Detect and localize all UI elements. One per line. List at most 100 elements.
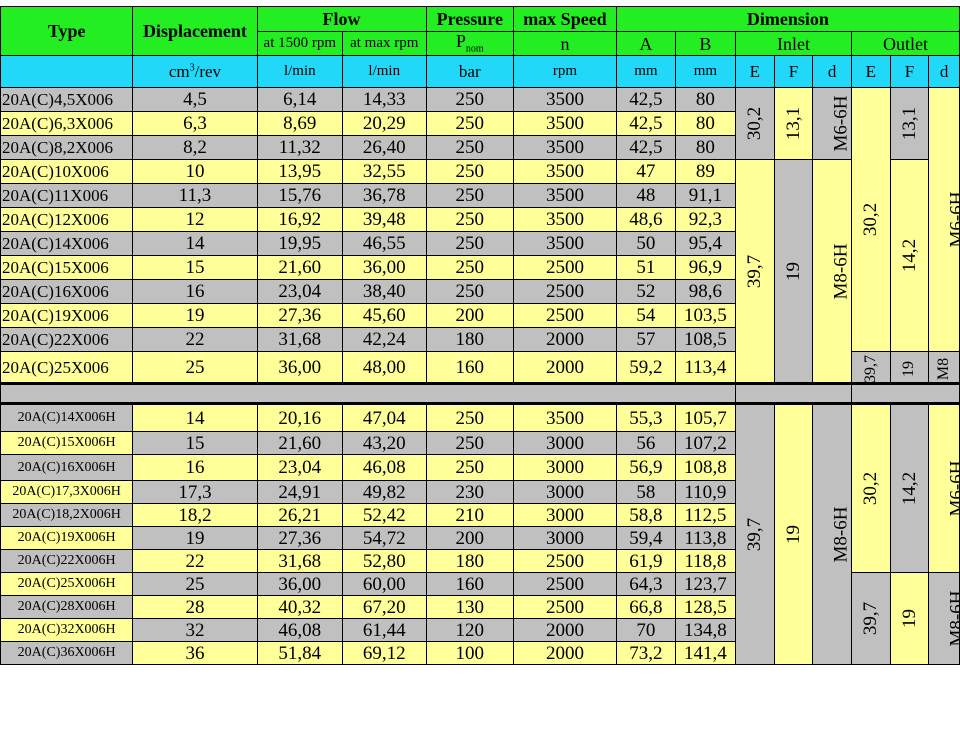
cell-a: 59,4	[615, 526, 676, 550]
cell-b: 80	[674, 87, 736, 112]
cell-type: 20A(C)4,5X006	[0, 87, 134, 112]
cell-a: 54	[615, 303, 676, 328]
unit-inlet-e: E	[734, 55, 775, 88]
cell-speed: 3500	[513, 207, 617, 232]
cell-flow-1500: 21,60	[256, 255, 344, 280]
cell-a: 51	[615, 255, 676, 280]
cell-b: 134,8	[674, 618, 736, 642]
cell-flow-max: 48,00	[342, 351, 427, 384]
cell-flow-max: 45,60	[342, 303, 427, 328]
cell-type: 20A(C)25X006	[0, 351, 134, 384]
cell-displacement: 11,3	[132, 183, 258, 208]
separator-cell-main	[0, 382, 736, 405]
cell-a: 56	[615, 431, 676, 455]
cell-a: 57	[615, 327, 676, 352]
cell-pressure: 250	[425, 87, 515, 112]
cell-flow-max: 54,72	[342, 526, 427, 550]
header-speed-n: n	[513, 31, 617, 56]
cell-speed: 2000	[513, 351, 617, 384]
cell-type: 20A(C)19X006H	[0, 526, 134, 550]
inlet-d-large: M8-6H	[812, 159, 852, 384]
cell-pressure: 160	[425, 572, 515, 596]
cell-a: 66,8	[615, 595, 676, 619]
cell-flow-max: 46,08	[342, 454, 427, 481]
cell-b: 141,4	[674, 641, 736, 665]
cell-b: 89	[674, 159, 736, 184]
section-separator	[0, 382, 960, 405]
cell-type: 20A(C)14X006H	[0, 403, 134, 432]
units-row: cm3/rev l/min l/min bar rpm mm mm E F d …	[0, 55, 960, 88]
cell-flow-max: 20,29	[342, 111, 427, 136]
outlet-f-bottom-text: 19	[900, 360, 918, 377]
cell-pressure: 250	[425, 135, 515, 160]
unit-outlet-f: F	[889, 55, 930, 88]
table-row: 20A(C)4,5X006 4,5 6,14 14,33 250 3500 42…	[0, 87, 960, 352]
cell-b: 123,7	[674, 572, 736, 596]
cell-flow-1500: 23,04	[256, 279, 344, 304]
cell-a: 47	[615, 159, 676, 184]
cell-type: 20A(C)15X006	[0, 255, 134, 280]
cell-pressure: 250	[425, 403, 515, 432]
cell-flow-max: 69,12	[342, 641, 427, 665]
outlet-e-h-top: 30,2	[850, 403, 891, 573]
inlet-f-h: 19	[773, 403, 814, 665]
cell-b: 95,4	[674, 231, 736, 256]
cell-speed: 3500	[513, 111, 617, 136]
cell-flow-1500: 24,91	[256, 480, 344, 504]
cell-displacement: 25	[132, 572, 258, 596]
outlet-d-h-top-text: M6-6H	[946, 460, 960, 517]
separator-cell-outlet	[850, 382, 960, 405]
cell-type: 20A(C)14X006	[0, 231, 134, 256]
header-type: Type	[0, 6, 134, 56]
cell-a: 42,5	[615, 87, 676, 112]
outlet-f-mid-text: 14,2	[898, 238, 920, 273]
cell-pressure: 250	[425, 279, 515, 304]
header-flow-max: at max rpm	[342, 31, 427, 56]
cell-flow-1500: 20,16	[256, 403, 344, 432]
cell-pressure: 210	[425, 503, 515, 527]
cell-speed: 2500	[513, 549, 617, 573]
outlet-d-main: M6-6H	[928, 87, 960, 352]
cell-pressure: 200	[425, 526, 515, 550]
cell-displacement: 15	[132, 431, 258, 455]
cell-type: 20A(C)16X006	[0, 279, 134, 304]
cell-flow-1500: 21,60	[256, 431, 344, 455]
header-flow: Flow	[256, 6, 427, 32]
cell-flow-1500: 27,36	[256, 526, 344, 550]
cell-a: 42,5	[615, 135, 676, 160]
inlet-f-h-text: 19	[782, 525, 804, 544]
cell-pressure: 230	[425, 480, 515, 504]
cell-displacement: 36	[132, 641, 258, 665]
outlet-d-h-top: M6-6H	[928, 403, 960, 573]
cell-flow-1500: 46,08	[256, 618, 344, 642]
cell-b: 103,5	[674, 303, 736, 328]
cell-a: 56,9	[615, 454, 676, 481]
cell-pressure: 160	[425, 351, 515, 384]
unit-flow-2: l/min	[342, 55, 427, 88]
cell-flow-max: 14,33	[342, 87, 427, 112]
cell-pressure: 180	[425, 549, 515, 573]
cell-a: 55,3	[615, 403, 676, 432]
cell-type: 20A(C)32X006H	[0, 618, 134, 642]
cell-displacement: 32	[132, 618, 258, 642]
cell-flow-max: 42,24	[342, 327, 427, 352]
cell-displacement: 22	[132, 549, 258, 573]
inlet-d-large-text: M8-6H	[830, 243, 852, 299]
header-dimension: Dimension	[615, 6, 960, 32]
pump-spec-table-container: Type Displacement Flow Pressure max Spee…	[0, 0, 960, 732]
cell-a: 48	[615, 183, 676, 208]
cell-speed: 2500	[513, 303, 617, 328]
cell-b: 98,6	[674, 279, 736, 304]
cell-b: 96,9	[674, 255, 736, 280]
inlet-d-small-text: M6-6H	[830, 95, 852, 152]
cell-flow-max: 60,00	[342, 572, 427, 596]
unit-inlet-d: d	[812, 55, 852, 88]
cell-type: 20A(C)19X006	[0, 303, 134, 328]
unit-a: mm	[615, 55, 676, 88]
outlet-f-mid: 14,2	[889, 159, 930, 352]
separator-cell-inlet	[734, 382, 852, 405]
cell-flow-max: 36,78	[342, 183, 427, 208]
cell-flow-1500: 19,95	[256, 231, 344, 256]
cell-speed: 2500	[513, 255, 617, 280]
cell-speed: 2500	[513, 595, 617, 619]
